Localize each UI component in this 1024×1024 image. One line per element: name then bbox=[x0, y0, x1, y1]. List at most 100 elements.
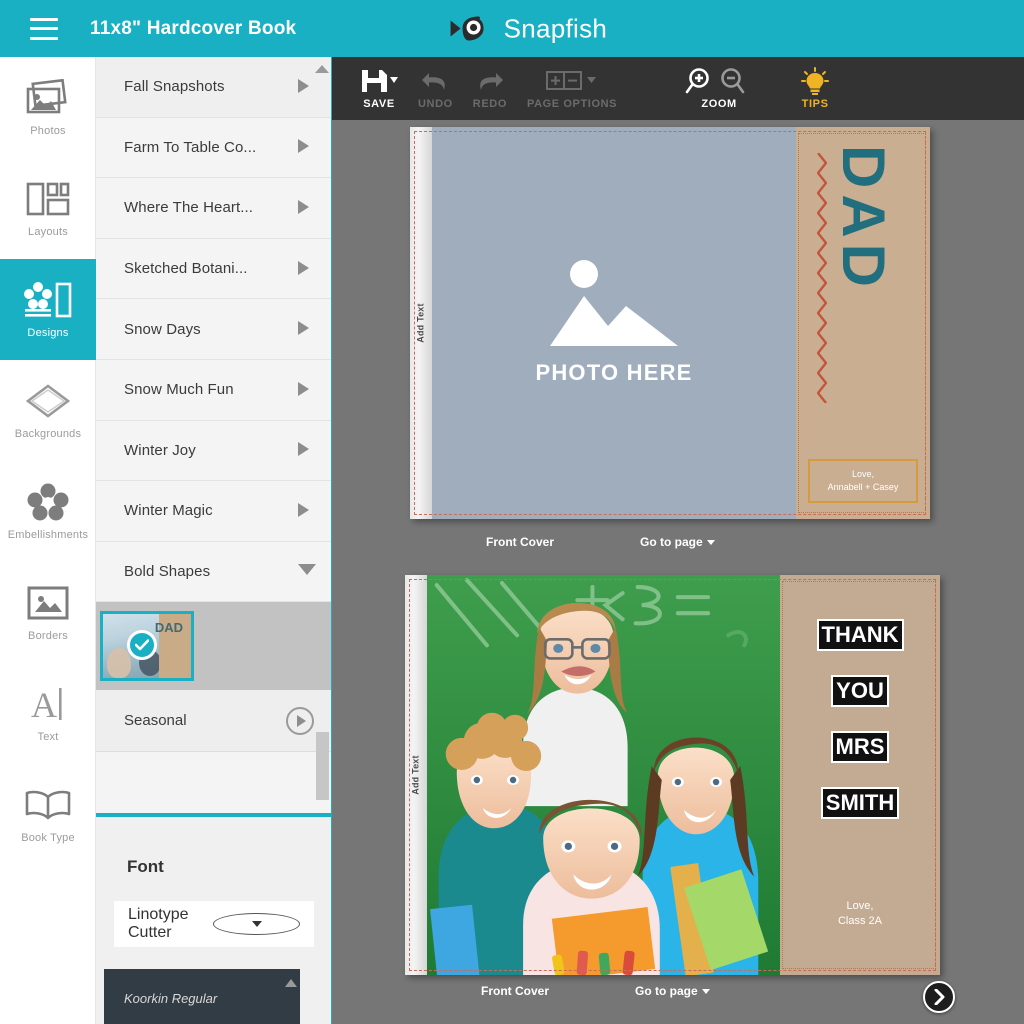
design-category-row[interactable]: Fall Snapshots bbox=[96, 57, 331, 118]
title-line-text: SMITH bbox=[822, 789, 898, 817]
spine-2[interactable]: Add Text bbox=[405, 575, 427, 975]
page-footer-1: Front Cover Go to page bbox=[410, 531, 930, 553]
spine-1[interactable]: Add Text bbox=[410, 127, 432, 519]
spine-add-text[interactable]: Add Text bbox=[416, 303, 426, 342]
photo-placeholder-slot[interactable]: PHOTO HERE bbox=[432, 127, 796, 519]
zoom-out-icon bbox=[721, 68, 745, 94]
sidebar-item-backgrounds[interactable]: Backgrounds bbox=[0, 360, 96, 461]
tips-button[interactable]: TIPS bbox=[789, 57, 841, 120]
signature-textbox-2[interactable]: Love, Class 2A bbox=[780, 899, 940, 929]
seasonal-label: Seasonal bbox=[124, 712, 187, 730]
brand-logo-group: Snapfish bbox=[449, 13, 608, 44]
spine-add-text[interactable]: Add Text bbox=[411, 755, 421, 794]
go-to-page-dropdown[interactable]: Go to page bbox=[635, 984, 710, 998]
zigzag-decoration-icon bbox=[817, 153, 827, 403]
design-category-label: Winter Magic bbox=[124, 502, 213, 520]
classroom-photo[interactable] bbox=[427, 575, 780, 975]
title-line-text: YOU bbox=[833, 677, 887, 705]
sidebar-item-label: Designs bbox=[27, 327, 69, 339]
brand-name: Snapfish bbox=[503, 13, 608, 43]
borders-icon bbox=[23, 583, 73, 623]
sidebar-item-layouts[interactable]: Layouts bbox=[0, 158, 96, 259]
snapfish-book-editor: 11x8" Hardcover Book Snapfish Photos Lay… bbox=[0, 0, 1024, 1024]
photos-icon bbox=[23, 78, 73, 118]
designs-scrollbar-thumb[interactable] bbox=[316, 732, 329, 800]
editor-toolbar: SAVE UNDO REDO PAGE OPTIONS ZOOM TIPS bbox=[332, 57, 1024, 120]
snapfish-fish-icon bbox=[450, 16, 484, 41]
design-category-row[interactable]: Sketched Botani... bbox=[96, 238, 331, 300]
scroll-up-arrow-icon[interactable] bbox=[315, 65, 329, 73]
next-page-button-2[interactable] bbox=[923, 981, 955, 1013]
toolbar-label: ZOOM bbox=[701, 98, 737, 110]
sidebar-item-photos[interactable]: Photos bbox=[0, 57, 96, 158]
signature-line-1: Love, bbox=[851, 469, 875, 479]
font-section-title: Font bbox=[127, 857, 164, 876]
scroll-up-arrow-icon[interactable] bbox=[285, 979, 297, 987]
design-category-row[interactable]: Winter Magic bbox=[96, 481, 331, 542]
design-category-row[interactable]: Snow Days bbox=[96, 299, 331, 360]
zoom-controls[interactable]: ZOOM bbox=[675, 57, 763, 120]
chevron-down-icon bbox=[706, 539, 715, 545]
page-footer-2: Front Cover Go to page bbox=[405, 980, 940, 1002]
sidebar-item-book-type[interactable]: Book Type bbox=[0, 764, 96, 865]
embellishments-icon bbox=[23, 482, 73, 522]
design-category-row-seasonal[interactable]: Seasonal bbox=[96, 690, 331, 753]
signature-textbox-1[interactable]: Love, Annabell + Casey bbox=[808, 459, 918, 503]
design-title-dad[interactable]: DAD bbox=[817, 145, 897, 403]
title-line: THANK bbox=[780, 621, 940, 649]
design-thumbnail-dad[interactable]: DAD bbox=[100, 611, 194, 682]
designs-list: Fall Snapshots Farm To Table Co... Where… bbox=[96, 57, 331, 753]
sidebar-item-embellishments[interactable]: Embellishments bbox=[0, 461, 96, 562]
sidebar-item-label: Text bbox=[37, 731, 59, 743]
font-select[interactable]: Linotype Cutter bbox=[114, 901, 314, 947]
go-to-page-dropdown[interactable]: Go to page bbox=[640, 535, 715, 549]
font-dropdown-menu: Koorkin Regular Linotype Cutter bbox=[104, 969, 300, 1024]
design-category-row[interactable]: Snow Much Fun bbox=[96, 359, 331, 421]
kraft-panel-1: DAD Love, Annabell + Casey bbox=[796, 127, 930, 519]
signature-line-2: Annabell + Casey bbox=[827, 482, 899, 492]
page-options-button[interactable]: PAGE OPTIONS bbox=[517, 57, 627, 120]
sidebar-item-designs[interactable]: Designs bbox=[0, 259, 96, 360]
design-category-row-bold-shapes[interactable]: Bold Shapes bbox=[96, 541, 331, 603]
chevron-right-icon bbox=[298, 199, 314, 216]
undo-button[interactable]: UNDO bbox=[408, 57, 463, 120]
redo-icon bbox=[473, 67, 507, 95]
thank-you-title[interactable]: THANK YOU MRS SMITH bbox=[780, 621, 940, 845]
page-options-icon bbox=[544, 67, 600, 95]
design-category-row[interactable]: Farm To Table Co... bbox=[96, 117, 331, 179]
chevron-right-icon bbox=[298, 502, 314, 519]
sidebar-item-label: Layouts bbox=[28, 226, 68, 238]
redo-button[interactable]: REDO bbox=[463, 57, 517, 120]
book-cover-page-2[interactable]: Add Text THANK YOU MRS SMITH Love, Class… bbox=[405, 575, 940, 975]
dad-title-wrap[interactable]: DAD bbox=[796, 145, 930, 403]
design-category-label: Winter Joy bbox=[124, 441, 196, 459]
kraft-panel-2: THANK YOU MRS SMITH Love, Class 2A bbox=[780, 575, 940, 975]
seasonal-expand-icon[interactable] bbox=[286, 706, 314, 735]
backgrounds-icon bbox=[23, 381, 73, 421]
book-type-icon bbox=[23, 785, 73, 825]
font-option-koorkin[interactable]: Koorkin Regular bbox=[124, 991, 300, 1006]
design-category-row[interactable]: Winter Joy bbox=[96, 420, 331, 482]
design-category-row[interactable]: Where The Heart... bbox=[96, 178, 331, 239]
chevron-right-icon bbox=[298, 442, 314, 458]
sidebar-item-text[interactable]: A Text bbox=[0, 663, 96, 764]
design-category-label: Where The Heart... bbox=[124, 199, 254, 217]
thumbnail-dad-label: DAD bbox=[154, 620, 183, 636]
go-to-page-label: Go to page bbox=[640, 535, 703, 549]
design-category-label: Bold Shapes bbox=[124, 563, 211, 581]
toolbar-label: SAVE bbox=[363, 98, 395, 110]
toolbar-label: REDO bbox=[472, 98, 507, 110]
save-button[interactable]: SAVE bbox=[350, 57, 408, 120]
left-tool-rail: Photos Layouts Designs Backgrounds Embel… bbox=[0, 57, 96, 1024]
page-spread-1[interactable]: Add Text PHOTO HERE DAD Love, Annabell +… bbox=[410, 127, 930, 549]
design-category-label: Snow Much Fun bbox=[124, 381, 234, 399]
hamburger-menu-icon[interactable] bbox=[30, 17, 58, 40]
title-line-text: MRS bbox=[832, 733, 888, 761]
photo-placeholder-label: PHOTO HERE bbox=[535, 360, 693, 385]
book-cover-page-1[interactable]: Add Text PHOTO HERE DAD Love, Annabell +… bbox=[410, 127, 930, 519]
chevron-right-icon bbox=[298, 381, 314, 398]
design-category-label: Farm To Table Co... bbox=[124, 138, 257, 156]
design-category-label: Sketched Botani... bbox=[124, 260, 248, 278]
page-spread-2[interactable]: Add Text THANK YOU MRS SMITH Love, Class… bbox=[405, 575, 940, 998]
sidebar-item-borders[interactable]: Borders bbox=[0, 562, 96, 663]
